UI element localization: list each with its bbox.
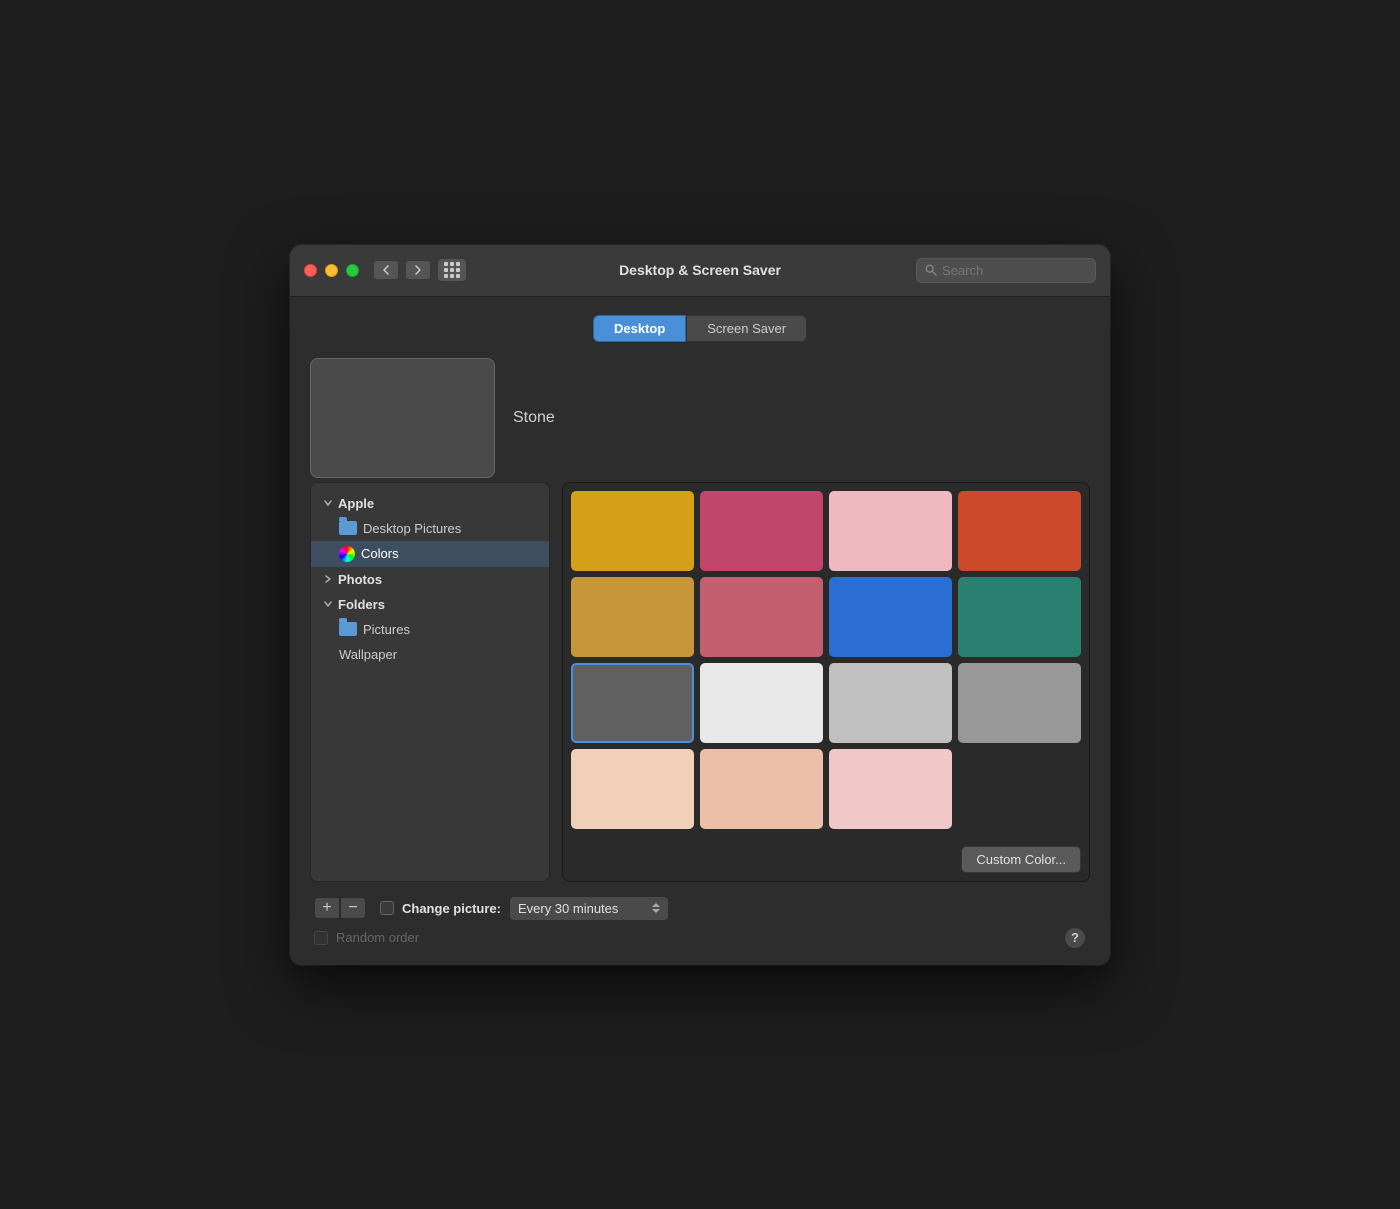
content-area: Desktop Screen Saver Stone Apple Desktop… <box>290 297 1110 965</box>
sidebar-item-wallpaper[interactable]: Wallpaper <box>311 642 549 667</box>
color-swatch-5[interactable] <box>571 577 694 657</box>
change-picture-row: Change picture: Every 30 minutes <box>380 896 1086 921</box>
remove-button[interactable]: − <box>340 897 366 919</box>
close-button[interactable] <box>304 264 317 277</box>
sidebar-item-desktop-pictures-label: Desktop Pictures <box>363 521 461 536</box>
custom-color-button[interactable]: Custom Color... <box>961 846 1081 873</box>
color-grid-container: Custom Color... <box>562 482 1090 882</box>
help-button[interactable]: ? <box>1064 927 1086 949</box>
back-button[interactable] <box>373 260 399 280</box>
main-window: Desktop & Screen Saver Desktop Screen Sa… <box>290 245 1110 965</box>
folder-icon <box>339 521 357 535</box>
tabs: Desktop Screen Saver <box>310 315 1090 342</box>
bottom-section: + − Change picture: Every 30 minutes <box>310 882 1090 949</box>
interval-dropdown[interactable]: Every 30 minutes <box>509 896 669 921</box>
titlebar: Desktop & Screen Saver <box>290 245 1110 297</box>
fullscreen-button[interactable] <box>346 264 359 277</box>
preview-container: Stone <box>310 358 1090 478</box>
interval-label: Every 30 minutes <box>518 901 618 916</box>
search-box[interactable] <box>916 258 1096 283</box>
color-swatch-14[interactable] <box>700 749 823 829</box>
sidebar-item-colors-label: Colors <box>361 546 399 561</box>
random-order-label: Random order <box>336 930 419 945</box>
sidebar-section-apple-label: Apple <box>338 496 374 511</box>
sidebar-item-wallpaper-label: Wallpaper <box>339 647 397 662</box>
sidebar-item-pictures[interactable]: Pictures <box>311 617 549 642</box>
color-swatch-12[interactable] <box>958 663 1081 743</box>
random-order-checkbox[interactable] <box>314 931 328 945</box>
sidebar-item-desktop-pictures[interactable]: Desktop Pictures <box>311 516 549 541</box>
color-swatch-2[interactable] <box>700 491 823 571</box>
sidebar-item-pictures-label: Pictures <box>363 622 410 637</box>
chevron-right-icon <box>323 574 333 584</box>
color-swatch-8[interactable] <box>958 577 1081 657</box>
tab-screen-saver[interactable]: Screen Saver <box>686 315 807 342</box>
color-swatch-7[interactable] <box>829 577 952 657</box>
color-swatch-15[interactable] <box>829 749 952 829</box>
right-panel: Custom Color... <box>562 482 1090 882</box>
sidebar: Apple Desktop Pictures Colors Photos <box>310 482 550 882</box>
sidebar-section-photos-label: Photos <box>338 572 382 587</box>
preview-thumbnail <box>310 358 495 478</box>
traffic-lights <box>304 264 359 277</box>
search-input[interactable] <box>942 263 1087 278</box>
add-remove-buttons: + − <box>314 897 366 919</box>
change-picture-label: Change picture: <box>402 901 501 916</box>
main-panel: Apple Desktop Pictures Colors Photos <box>310 482 1090 882</box>
minimize-button[interactable] <box>325 264 338 277</box>
color-grid <box>571 491 1081 829</box>
random-order-row: Random order ? <box>310 927 1090 949</box>
color-swatch-6[interactable] <box>700 577 823 657</box>
change-picture-checkbox[interactable] <box>380 901 394 915</box>
chevron-down-icon-2 <box>323 599 333 609</box>
sidebar-section-folders[interactable]: Folders <box>311 592 549 617</box>
color-swatch-4[interactable] <box>958 491 1081 571</box>
forward-button[interactable] <box>405 260 431 280</box>
chevron-down-icon <box>323 498 333 508</box>
preview-name: Stone <box>513 409 555 427</box>
nav-buttons <box>373 260 431 280</box>
sidebar-item-colors[interactable]: Colors <box>311 541 549 567</box>
color-swatch-13[interactable] <box>571 749 694 829</box>
add-button[interactable]: + <box>314 897 340 919</box>
color-wheel-icon <box>339 546 355 562</box>
search-icon <box>925 264 937 276</box>
tab-desktop[interactable]: Desktop <box>593 315 686 342</box>
folder-icon-pictures <box>339 622 357 636</box>
window-title: Desktop & Screen Saver <box>619 262 781 278</box>
app-grid-button[interactable] <box>437 258 467 282</box>
sidebar-section-apple[interactable]: Apple <box>311 491 549 516</box>
grid-dots-icon <box>444 262 460 278</box>
sidebar-section-folders-label: Folders <box>338 597 385 612</box>
color-swatch-9[interactable] <box>571 663 694 743</box>
bottom-bar: + − Change picture: Every 30 minutes <box>310 896 1090 921</box>
sidebar-section-photos[interactable]: Photos <box>311 567 549 592</box>
color-swatch-1[interactable] <box>571 491 694 571</box>
dropdown-arrow-icon <box>652 903 660 913</box>
color-swatch-10[interactable] <box>700 663 823 743</box>
color-swatch-11[interactable] <box>829 663 952 743</box>
color-swatch-3[interactable] <box>829 491 952 571</box>
